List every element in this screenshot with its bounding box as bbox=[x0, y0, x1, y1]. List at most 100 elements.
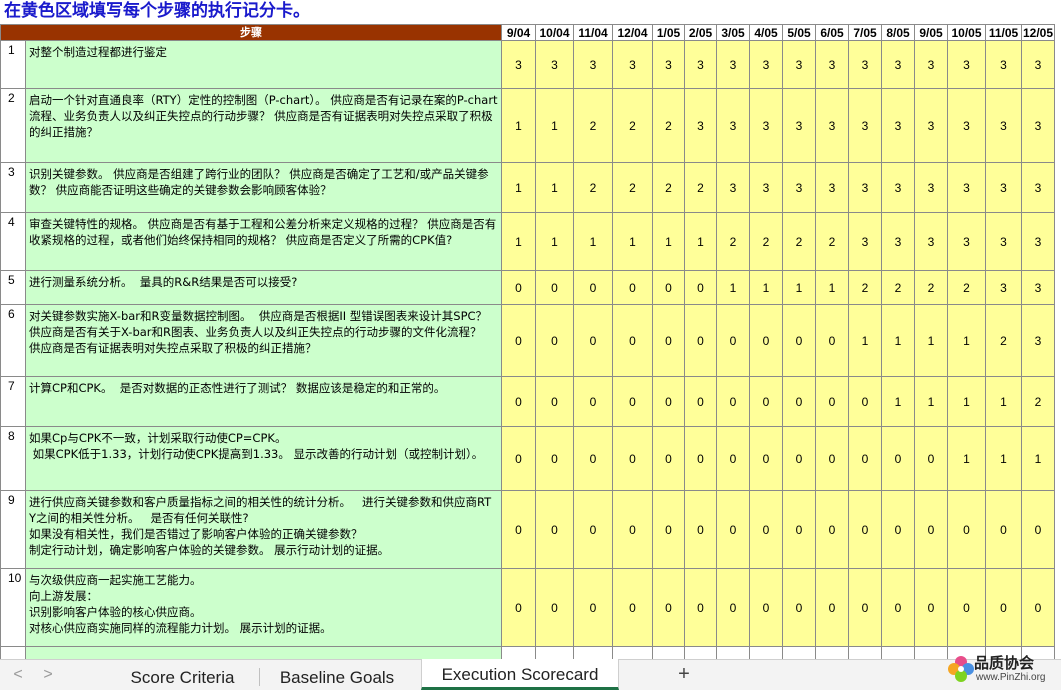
score-cell[interactable]: 3 bbox=[848, 162, 882, 213]
score-cell[interactable]: 0 bbox=[684, 426, 717, 491]
score-cell[interactable]: 0 bbox=[716, 304, 750, 377]
score-cell[interactable]: 3 bbox=[985, 40, 1022, 89]
score-cell[interactable]: 0 bbox=[573, 490, 613, 569]
score-cell[interactable]: 0 bbox=[881, 426, 915, 491]
score-cell[interactable]: 0 bbox=[612, 490, 653, 569]
score-cell[interactable]: 0 bbox=[782, 426, 816, 491]
score-cell[interactable]: 0 bbox=[749, 376, 783, 427]
score-cell[interactable]: 3 bbox=[985, 88, 1022, 163]
score-cell[interactable]: 3 bbox=[749, 40, 783, 89]
score-cell[interactable]: 1 bbox=[881, 304, 915, 377]
score-cell[interactable]: 2 bbox=[914, 270, 948, 305]
score-cell[interactable]: 0 bbox=[914, 490, 948, 569]
score-cell[interactable]: 3 bbox=[881, 88, 915, 163]
score-cell[interactable]: 3 bbox=[815, 40, 849, 89]
score-cell[interactable]: 2 bbox=[985, 304, 1022, 377]
score-cell[interactable]: 1 bbox=[881, 376, 915, 427]
score-cell[interactable]: 0 bbox=[684, 568, 717, 647]
score-cell[interactable]: 0 bbox=[652, 490, 685, 569]
score-cell[interactable]: 0 bbox=[815, 568, 849, 647]
score-cell[interactable]: 3 bbox=[985, 270, 1022, 305]
score-cell[interactable]: 0 bbox=[947, 568, 986, 647]
score-cell[interactable]: 0 bbox=[716, 568, 750, 647]
score-cell[interactable]: 0 bbox=[501, 568, 536, 647]
score-cell[interactable]: 3 bbox=[1021, 270, 1055, 305]
score-cell[interactable]: 3 bbox=[815, 88, 849, 163]
score-cell[interactable]: 3 bbox=[612, 40, 653, 89]
score-cell[interactable]: 1 bbox=[535, 162, 574, 213]
score-cell[interactable]: 3 bbox=[947, 88, 986, 163]
score-cell[interactable]: 0 bbox=[573, 270, 613, 305]
score-cell[interactable]: 0 bbox=[749, 490, 783, 569]
score-cell[interactable]: 2 bbox=[1021, 376, 1055, 427]
tab-execution-scorecard[interactable]: Execution Scorecard bbox=[421, 659, 619, 690]
score-cell[interactable]: 0 bbox=[782, 490, 816, 569]
score-cell[interactable]: 0 bbox=[501, 426, 536, 491]
score-cell[interactable]: 0 bbox=[652, 568, 685, 647]
score-cell[interactable]: 1 bbox=[914, 304, 948, 377]
score-cell[interactable]: 3 bbox=[914, 88, 948, 163]
score-cell[interactable]: 0 bbox=[716, 490, 750, 569]
score-cell[interactable]: 0 bbox=[782, 376, 816, 427]
score-cell[interactable]: 0 bbox=[848, 568, 882, 647]
score-cell[interactable]: 2 bbox=[652, 162, 685, 213]
score-cell[interactable]: 0 bbox=[1021, 490, 1055, 569]
score-cell[interactable]: 3 bbox=[848, 88, 882, 163]
score-cell[interactable]: 1 bbox=[782, 270, 816, 305]
score-cell[interactable]: 3 bbox=[573, 40, 613, 89]
score-cell[interactable]: 1 bbox=[501, 212, 536, 271]
score-cell[interactable]: 0 bbox=[881, 568, 915, 647]
score-cell[interactable]: 0 bbox=[848, 490, 882, 569]
score-cell[interactable]: 0 bbox=[501, 490, 536, 569]
score-cell[interactable]: 3 bbox=[501, 40, 536, 89]
step-description[interactable]: 审查关键特性的规格。 供应商是否有基于工程和公差分析来定义规格的过程？ 供应商是… bbox=[25, 212, 502, 271]
score-cell[interactable]: 0 bbox=[815, 304, 849, 377]
score-cell[interactable]: 3 bbox=[985, 162, 1022, 213]
score-cell[interactable]: 0 bbox=[985, 490, 1022, 569]
score-cell[interactable]: 0 bbox=[652, 270, 685, 305]
score-cell[interactable]: 0 bbox=[914, 568, 948, 647]
score-cell[interactable]: 0 bbox=[1021, 568, 1055, 647]
score-cell[interactable]: 1 bbox=[535, 88, 574, 163]
score-cell[interactable]: 0 bbox=[612, 270, 653, 305]
score-cell[interactable]: 2 bbox=[716, 212, 750, 271]
score-cell[interactable]: 1 bbox=[573, 212, 613, 271]
score-cell[interactable]: 3 bbox=[914, 162, 948, 213]
score-cell[interactable]: 1 bbox=[947, 304, 986, 377]
score-cell[interactable]: 0 bbox=[749, 568, 783, 647]
score-cell[interactable]: 1 bbox=[716, 270, 750, 305]
score-cell[interactable]: 0 bbox=[612, 304, 653, 377]
step-description[interactable]: 识别关键参数。 供应商是否组建了跨行业的团队？ 供应商是否确定了工艺和/或产品关… bbox=[25, 162, 502, 213]
score-cell[interactable]: 3 bbox=[947, 162, 986, 213]
score-cell[interactable]: 3 bbox=[535, 40, 574, 89]
step-description[interactable]: 进行测量系统分析。 量具的R&R结果是否可以接受? bbox=[25, 270, 502, 305]
score-cell[interactable]: 0 bbox=[881, 490, 915, 569]
score-cell[interactable]: 0 bbox=[716, 426, 750, 491]
score-cell[interactable]: 2 bbox=[612, 162, 653, 213]
score-cell[interactable]: 2 bbox=[782, 212, 816, 271]
score-cell[interactable]: 0 bbox=[815, 426, 849, 491]
score-cell[interactable]: 3 bbox=[914, 40, 948, 89]
score-cell[interactable]: 1 bbox=[815, 270, 849, 305]
score-cell[interactable]: 2 bbox=[612, 88, 653, 163]
score-cell[interactable]: 0 bbox=[749, 304, 783, 377]
score-cell[interactable]: 0 bbox=[612, 568, 653, 647]
score-cell[interactable]: 0 bbox=[535, 376, 574, 427]
score-cell[interactable]: 0 bbox=[716, 376, 750, 427]
score-cell[interactable]: 1 bbox=[947, 426, 986, 491]
score-cell[interactable]: 3 bbox=[985, 212, 1022, 271]
score-cell[interactable]: 3 bbox=[652, 40, 685, 89]
score-cell[interactable]: 0 bbox=[684, 490, 717, 569]
add-sheet-button[interactable]: + bbox=[674, 663, 694, 686]
score-cell[interactable]: 0 bbox=[749, 426, 783, 491]
score-cell[interactable]: 3 bbox=[716, 40, 750, 89]
score-cell[interactable]: 3 bbox=[749, 88, 783, 163]
step-description[interactable]: 进行供应商关键参数和客户质量指标之间的相关性的统计分析。 进行关键参数和供应商R… bbox=[25, 490, 502, 569]
score-cell[interactable]: 1 bbox=[985, 426, 1022, 491]
score-cell[interactable]: 3 bbox=[848, 212, 882, 271]
step-description[interactable]: 对关键参数实施X-bar和R变量数据控制图。 供应商是否根据II 型错误图表来设… bbox=[25, 304, 502, 377]
score-cell[interactable]: 0 bbox=[947, 490, 986, 569]
score-cell[interactable]: 0 bbox=[501, 270, 536, 305]
step-description[interactable]: 计算CP和CPK。 是否对数据的正态性进行了测试？ 数据应该是稳定的和正常的。 bbox=[25, 376, 502, 427]
score-cell[interactable]: 3 bbox=[716, 162, 750, 213]
